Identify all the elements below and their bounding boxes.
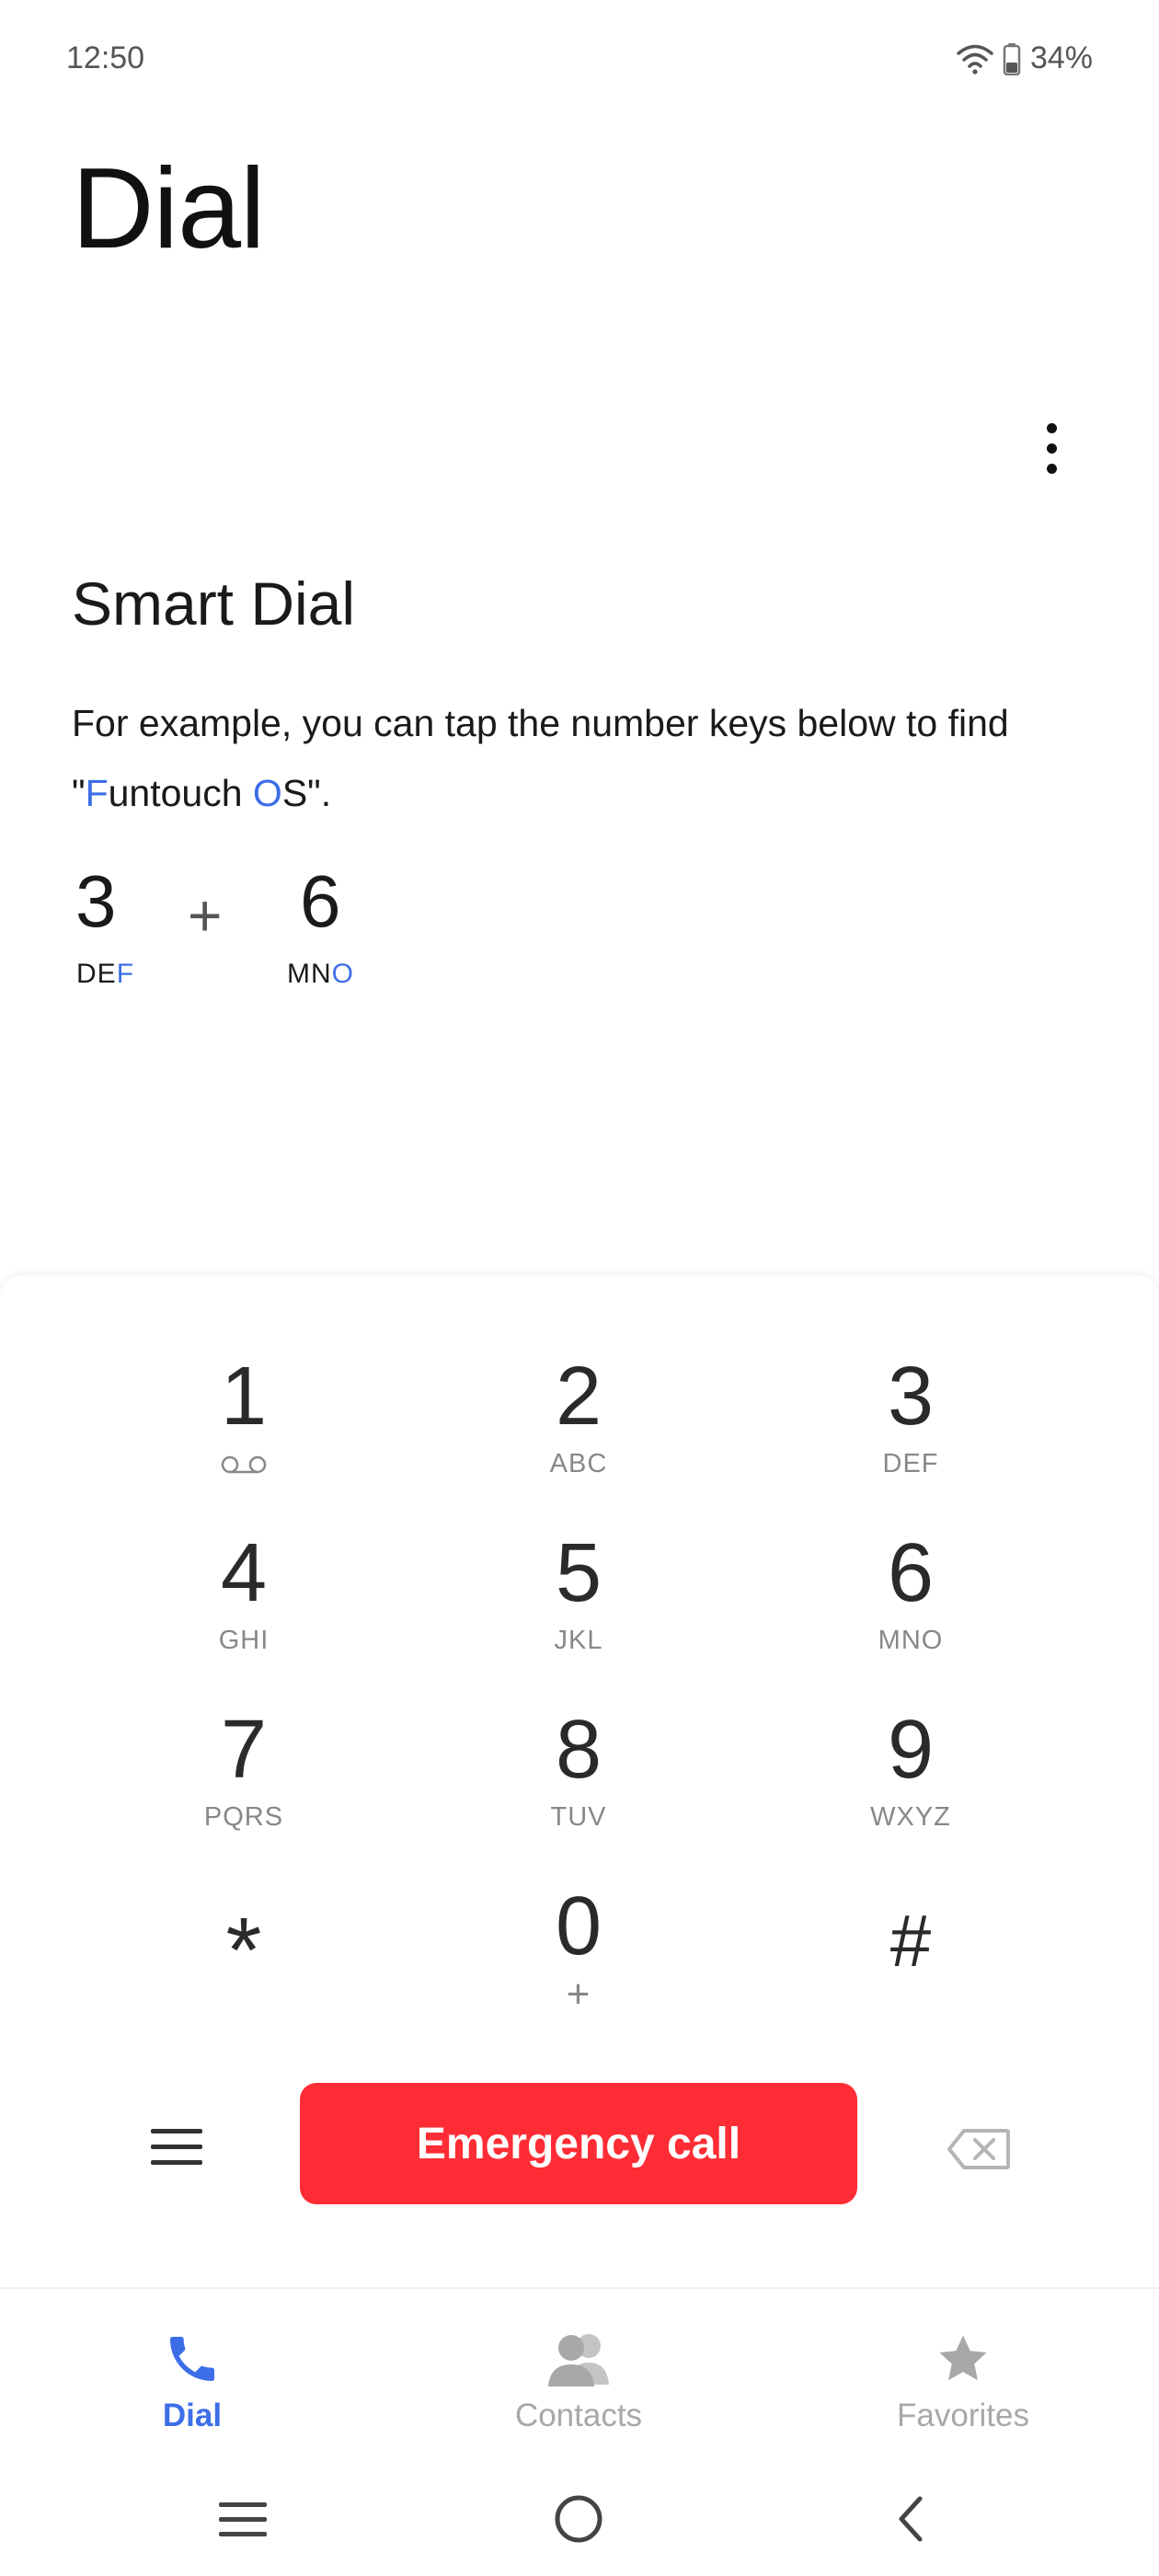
example-letters-def: DEF [76,959,134,990]
battery-percent: 34% [1029,40,1093,75]
example-plus: + [188,882,223,949]
key-letters: WXYZ [870,1802,951,1832]
tab-favorites[interactable]: Favorites [843,2329,1083,2434]
nav-home-icon[interactable] [555,2495,602,2543]
desc-text: untouch [108,772,253,814]
key-letters: + [566,1972,591,2017]
phone-icon [170,2337,214,2381]
key-digit: 1 [220,1351,268,1443]
wifi-icon [957,44,993,75]
key-letters: GHI [218,1626,270,1655]
key-2[interactable]: 2 ABC [441,1355,717,1521]
voicemail-icon [221,1455,267,1474]
key-6[interactable]: 6 MNO [773,1532,1049,1697]
key-digit: 8 [555,1704,602,1796]
key-letters: PQRS [203,1802,284,1832]
example-letters-mno: MNO [287,959,354,990]
key-letters: MNO [878,1626,944,1655]
key-letters: TUV [550,1802,607,1832]
example-letter-highlight: O [331,959,354,989]
desc-highlight-f: F [85,772,109,814]
smart-dial-description: For example, you can tap the number keys… [72,688,1102,828]
key-1[interactable]: 1 [106,1355,382,1521]
tab-label: Dial [162,2398,223,2433]
key-digit: * [225,1899,262,2002]
contacts-icon [548,2334,609,2386]
battery-icon [1003,42,1021,75]
key-star[interactable]: * [106,1904,382,2070]
nav-recents-icon[interactable] [219,2502,267,2536]
example-letters: MN [287,959,332,989]
key-letters: JKL [554,1626,603,1655]
key-8[interactable]: 8 TUV [441,1708,717,1874]
key-digit: # [889,1900,932,1982]
menu-icon[interactable] [147,2125,206,2169]
tab-label: Contacts [514,2398,643,2433]
example-digit-6: 6 [300,860,341,942]
key-0[interactable]: 0 + [441,1885,717,2051]
key-hash[interactable]: # [773,1904,1049,2070]
tab-divider [0,2287,1159,2289]
key-digit: 4 [220,1527,268,1619]
more-dot [1046,463,1057,474]
smart-dial-title: Smart Dial [72,569,356,638]
page-title: Dial [72,145,266,272]
status-time: 12:50 [66,40,145,75]
emergency-call-button[interactable]: Emergency call [300,2083,857,2204]
tab-dial[interactable]: Dial [73,2329,312,2434]
more-dot [1046,443,1057,454]
desc-highlight-o: O [252,772,282,814]
key-digit: 2 [555,1351,602,1443]
system-nav-bar [219,2495,923,2543]
nav-back-icon[interactable] [899,2496,923,2542]
key-4[interactable]: 4 GHI [106,1532,382,1697]
key-digit: 7 [220,1704,268,1796]
example-letters: DE [76,959,117,989]
star-icon [939,2335,987,2381]
key-letters: ABC [549,1449,608,1478]
status-icons: 34% [957,40,1093,76]
key-digit: 6 [887,1527,935,1619]
key-digit: 0 [555,1880,602,1972]
key-digit: 9 [887,1704,935,1796]
key-letters: DEF [882,1449,939,1478]
key-digit: 3 [887,1351,935,1443]
backspace-icon[interactable] [946,2127,1012,2171]
tab-contacts[interactable]: Contacts [459,2329,698,2434]
more-options-button[interactable] [1028,416,1074,480]
key-5[interactable]: 5 JKL [441,1532,717,1697]
example-digit-3: 3 [75,860,117,942]
key-digit: 5 [555,1527,602,1619]
key-7[interactable]: 7 PQRS [106,1708,382,1874]
key-3[interactable]: 3 DEF [773,1355,1049,1521]
example-letter-highlight: F [116,959,135,989]
key-9[interactable]: 9 WXYZ [773,1708,1049,1874]
desc-text: S". [281,772,332,814]
more-dot [1046,422,1057,433]
tab-label: Favorites [897,2398,1029,2433]
